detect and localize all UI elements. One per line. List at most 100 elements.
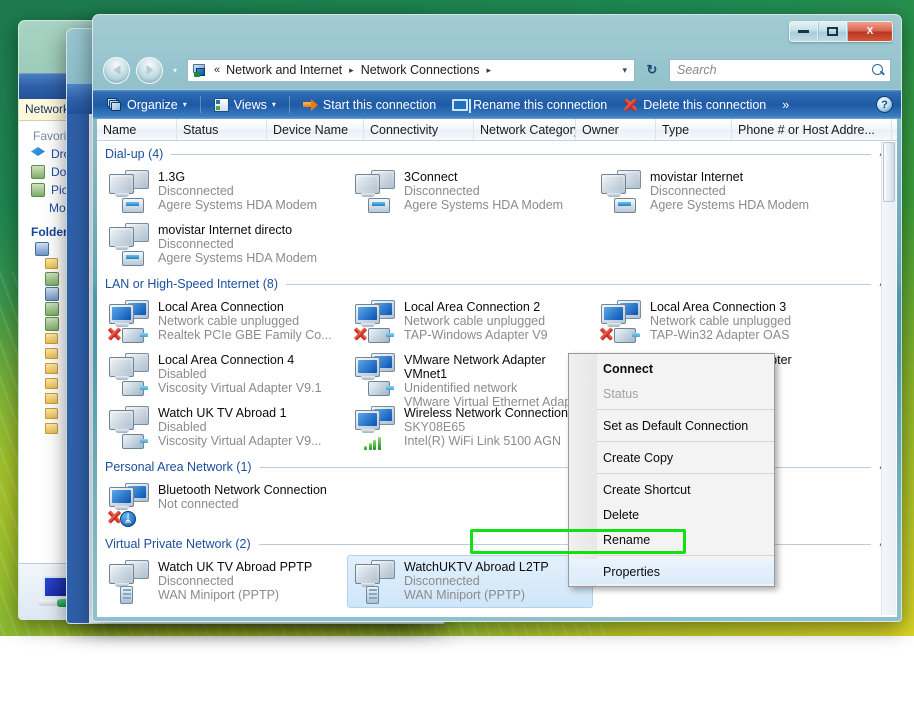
connection-status: Unidentified network bbox=[404, 381, 588, 395]
plug-badge-icon bbox=[122, 328, 144, 343]
chevron-right-icon[interactable]: ▸ bbox=[346, 65, 357, 76]
history-dropdown-icon[interactable]: ▾ bbox=[169, 66, 181, 75]
connection-item[interactable]: 1.3GDisconnectedAgere Systems HDA Modem bbox=[101, 165, 347, 218]
connection-text: Local Area Connection 4DisabledViscosity… bbox=[158, 352, 322, 395]
connection-text: 1.3GDisconnectedAgere Systems HDA Modem bbox=[158, 169, 317, 212]
column-header-connectivity[interactable]: Connectivity bbox=[364, 119, 474, 140]
breadcrumb-item-network-connections[interactable]: Network Connections bbox=[359, 63, 482, 77]
menu-item-set-as-default-connection[interactable]: Set as Default Connection bbox=[569, 413, 774, 438]
connection-item[interactable]: movistar InternetDisconnectedAgere Syste… bbox=[593, 165, 839, 218]
organize-button[interactable]: Organize ▾ bbox=[101, 96, 193, 114]
breadcrumb-bar[interactable]: « Network and Internet ▸ Network Connect… bbox=[187, 59, 635, 82]
window-controls[interactable]: X bbox=[789, 21, 893, 42]
connection-name: Local Area Connection bbox=[158, 300, 332, 314]
connection-item[interactable]: VMware Network Adapter VMnet1Unidentifie… bbox=[347, 348, 593, 401]
connection-item-selected[interactable]: WatchUKTV Abroad L2TPDisconnectedWAN Min… bbox=[347, 555, 593, 608]
connection-item[interactable]: 3ConnectDisconnectedAgere Systems HDA Mo… bbox=[347, 165, 593, 218]
vpn-icon bbox=[352, 559, 398, 603]
column-header-phone-or-host-addre[interactable]: Phone # or Host Addre... bbox=[732, 119, 892, 140]
delete-connection-button[interactable]: Delete this connection bbox=[617, 96, 772, 114]
lan-adapter-icon bbox=[352, 299, 398, 343]
connection-status: Disconnected bbox=[158, 574, 312, 588]
forward-button[interactable] bbox=[136, 57, 163, 84]
column-header-name[interactable]: Name bbox=[97, 119, 177, 140]
search-box[interactable] bbox=[669, 59, 891, 82]
connection-device-name: Agere Systems HDA Modem bbox=[158, 198, 317, 212]
connection-item[interactable]: Watch UK TV Abroad PPTPDisconnectedWAN M… bbox=[101, 555, 347, 608]
toolbar-overflow-button[interactable]: » bbox=[776, 96, 795, 114]
server-badge-icon bbox=[366, 586, 379, 604]
address-dropdown-icon[interactable]: ▾ bbox=[617, 65, 632, 76]
menu-item-properties[interactable]: Properties bbox=[569, 559, 774, 584]
group-header[interactable]: Personal Area Network (1)˄ bbox=[97, 454, 897, 476]
group-header[interactable]: Dial-up (4)˄ bbox=[97, 141, 897, 163]
scrollbar-thumb[interactable] bbox=[883, 142, 895, 202]
connection-status: Disconnected bbox=[158, 237, 317, 251]
connection-item[interactable]: Local Area Connection 2Network cable unp… bbox=[347, 295, 593, 348]
network-icon bbox=[192, 63, 208, 78]
maximize-button[interactable] bbox=[819, 22, 847, 41]
connection-item[interactable]: Wireless Network ConnectionSKY08E65Intel… bbox=[347, 401, 593, 454]
command-toolbar[interactable]: Organize ▾ Views ▾ Start this connection… bbox=[93, 89, 901, 119]
connection-status: Disconnected bbox=[650, 184, 809, 198]
refresh-button[interactable]: ↻ bbox=[641, 59, 663, 82]
connection-name: 3Connect bbox=[404, 170, 563, 184]
vertical-scrollbar[interactable] bbox=[881, 142, 896, 615]
group-header[interactable]: Virtual Private Network (2)˄ bbox=[97, 531, 897, 553]
title-bar[interactable]: X bbox=[93, 15, 901, 51]
help-button[interactable]: ? bbox=[876, 96, 893, 113]
column-header-type[interactable]: Type bbox=[656, 119, 732, 140]
search-input[interactable] bbox=[675, 62, 872, 78]
folder-icon bbox=[45, 302, 59, 316]
folder-icon bbox=[45, 258, 58, 269]
connection-status: Not connected bbox=[158, 497, 327, 511]
group-title: Personal Area Network (1) bbox=[105, 460, 252, 474]
breadcrumb-item-network-and-internet[interactable]: Network and Internet bbox=[224, 63, 344, 77]
connection-status: Disabled bbox=[158, 420, 322, 434]
connection-item[interactable]: Local Area ConnectionNetwork cable unplu… bbox=[101, 295, 347, 348]
menu-item-create-copy[interactable]: Create Copy bbox=[569, 445, 774, 470]
start-connection-button[interactable]: Start this connection bbox=[297, 96, 442, 114]
column-header-owner[interactable]: Owner bbox=[576, 119, 656, 140]
group-header[interactable]: LAN or High-Speed Internet (8)˄ bbox=[97, 271, 897, 293]
menu-item-create-shortcut[interactable]: Create Shortcut bbox=[569, 477, 774, 502]
group-title: Virtual Private Network (2) bbox=[105, 537, 251, 551]
menu-item-rename[interactable]: Rename bbox=[569, 527, 774, 552]
connection-device-name: Intel(R) WiFi Link 5100 AGN bbox=[404, 434, 568, 448]
column-header-status[interactable]: Status bbox=[177, 119, 267, 140]
modem-badge-icon bbox=[614, 198, 636, 213]
connection-name: Local Area Connection 2 bbox=[404, 300, 548, 314]
rename-connection-button[interactable]: Rename this connection bbox=[446, 96, 613, 114]
menu-item-connect[interactable]: Connect bbox=[569, 356, 774, 381]
connection-item[interactable]: Local Area Connection 3Network cable unp… bbox=[593, 295, 839, 348]
connections-list[interactable]: Dial-up (4)˄1.3GDisconnectedAgere System… bbox=[97, 141, 897, 617]
close-button[interactable]: X bbox=[848, 22, 892, 41]
connection-item[interactable]: ᛦBluetooth Network ConnectionNot connect… bbox=[101, 478, 347, 531]
context-menu[interactable]: ConnectStatusSet as Default ConnectionCr… bbox=[568, 353, 775, 587]
connection-item[interactable]: Watch UK TV Abroad 1DisabledViscosity Vi… bbox=[101, 401, 347, 454]
minimize-button[interactable] bbox=[790, 22, 818, 41]
chevron-right-icon[interactable]: ▸ bbox=[484, 65, 495, 76]
group-items: Local Area ConnectionNetwork cable unplu… bbox=[97, 293, 897, 454]
connection-item[interactable]: movistar Internet directoDisconnectedAge… bbox=[101, 218, 347, 271]
menu-item-delete[interactable]: Delete bbox=[569, 502, 774, 527]
rename-icon bbox=[452, 99, 468, 111]
connection-text: Watch UK TV Abroad PPTPDisconnectedWAN M… bbox=[158, 559, 312, 602]
chevron-down-icon: ▾ bbox=[272, 100, 276, 109]
maximize-icon bbox=[827, 27, 838, 36]
connection-item[interactable]: Local Area Connection 4DisabledViscosity… bbox=[101, 348, 347, 401]
column-header-device-name[interactable]: Device Name bbox=[267, 119, 364, 140]
address-bar[interactable]: ▾ « Network and Internet ▸ Network Conne… bbox=[93, 51, 901, 89]
folder-icon bbox=[45, 317, 59, 331]
folder-icon bbox=[45, 378, 58, 389]
menu-separator bbox=[597, 441, 774, 442]
group-items: 1.3GDisconnectedAgere Systems HDA Modem 3… bbox=[97, 163, 897, 271]
folder-icon bbox=[45, 408, 58, 419]
network-connections-window[interactable]: X ▾ « Network and Internet ▸ Network Con… bbox=[92, 14, 902, 622]
views-button[interactable]: Views ▾ bbox=[208, 96, 282, 114]
column-header-row[interactable]: NameStatusDevice NameConnectivityNetwork… bbox=[97, 119, 897, 141]
breadcrumb-overflow[interactable]: « bbox=[210, 64, 222, 76]
column-header-network-category[interactable]: Network Category bbox=[474, 119, 576, 140]
back-button[interactable] bbox=[103, 57, 130, 84]
group-rule bbox=[260, 467, 872, 468]
